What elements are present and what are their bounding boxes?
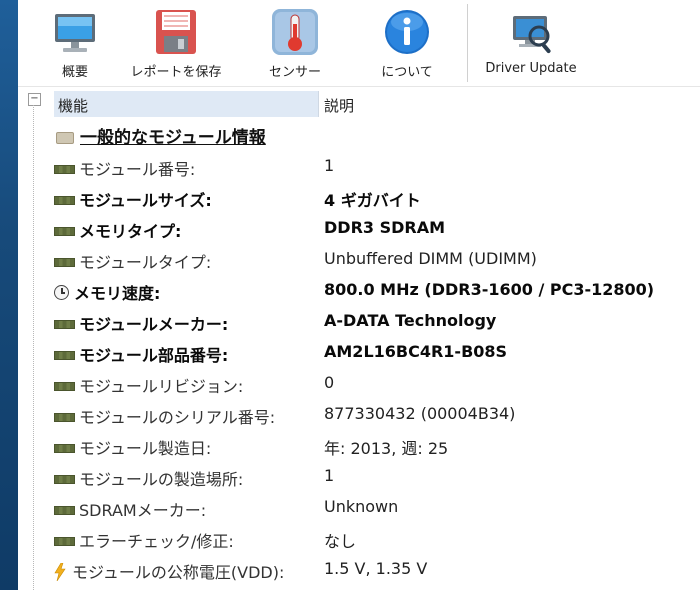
property-value: 800.0 MHz (DDR3-1600 / PC3-12800) xyxy=(324,280,655,299)
property-value: A-DATA Technology xyxy=(324,311,497,330)
property-value: Unknown xyxy=(324,497,399,516)
property-name: モジュールの公称電圧(VDD): xyxy=(72,563,285,582)
property-name: メモリタイプ: xyxy=(79,222,182,241)
ram-icon xyxy=(54,475,75,484)
list-item[interactable]: エラーチェック/修正: なし xyxy=(54,522,700,553)
property-name: モジュールサイズ: xyxy=(79,191,212,210)
column-header: 機能 説明 xyxy=(54,91,700,117)
save-report-button[interactable]: レポートを保存 xyxy=(126,0,226,86)
property-value: なし xyxy=(324,532,357,551)
list-item[interactable]: SDRAMメーカー: Unknown xyxy=(54,491,700,522)
list-item[interactable]: モジュールのシリアル番号: 877330432 (00004B34) xyxy=(54,398,700,429)
list-item[interactable]: モジュール部品番号: AM2L16BC4R1-B08S xyxy=(54,336,700,367)
list-item[interactable]: モジュール番号: 1 xyxy=(54,150,700,181)
property-name: モジュールリビジョン: xyxy=(79,377,244,396)
toolbar: 概要 レポートを保存 センサー について Driver Update xyxy=(18,0,700,87)
details-panel: − 機能 説明 一般的なモジュール情報 モジュール番号: 1 モジュールサイズ:… xyxy=(18,87,700,590)
list-item[interactable]: モジュールの公称電圧(VDD): 1.5 V, 1.35 V xyxy=(54,553,700,584)
header-highlight xyxy=(54,91,319,117)
floppy-icon xyxy=(156,10,196,54)
ram-icon xyxy=(54,413,75,422)
property-name: メモリ速度: xyxy=(74,284,161,303)
list-item[interactable]: モジュール製造日: 年: 2013, 週: 25 xyxy=(54,429,700,460)
property-value: 877330432 (00004B34) xyxy=(324,404,516,423)
list-item[interactable]: モジュールタイプ: Unbuffered DIMM (UDIMM) xyxy=(54,243,700,274)
ram-icon xyxy=(54,320,75,329)
ram-icon xyxy=(54,351,75,360)
property-name: モジュールメーカー: xyxy=(79,315,229,334)
driver-update-label: Driver Update xyxy=(485,61,577,76)
toolbar-separator xyxy=(467,4,468,82)
ram-icon xyxy=(54,382,75,391)
property-value: AM2L16BC4R1-B08S xyxy=(324,342,508,361)
desktop-edge xyxy=(0,0,18,590)
property-value: 0 xyxy=(324,373,335,392)
tree-guide-line xyxy=(33,105,34,590)
property-name: モジュール部品番号: xyxy=(79,346,229,365)
tree-collapse-toggle[interactable]: − xyxy=(28,93,41,106)
header-feature[interactable]: 機能 xyxy=(58,95,88,116)
ram-icon xyxy=(54,506,75,515)
save-report-label: レポートを保存 xyxy=(130,65,222,80)
list-item[interactable]: メモリ速度: 800.0 MHz (DDR3-1600 / PC3-12800) xyxy=(54,274,700,305)
list-item[interactable]: モジュールサイズ: 4 ギガバイト xyxy=(54,181,700,212)
list-item[interactable]: モジュールメーカー: A-DATA Technology xyxy=(54,305,700,336)
property-value: 4 ギガバイト xyxy=(324,191,421,210)
property-value: Unbuffered DIMM (UDIMM) xyxy=(324,249,537,268)
ram-icon xyxy=(54,537,75,546)
monitor-icon xyxy=(55,14,95,52)
sensors-button[interactable]: センサー xyxy=(252,0,338,86)
property-name: モジュールタイプ: xyxy=(79,253,212,272)
about-button[interactable]: について xyxy=(364,0,450,86)
property-name: モジュールの製造場所: xyxy=(79,470,244,489)
property-value: 1 xyxy=(324,466,335,485)
ram-icon xyxy=(54,196,75,205)
property-list: モジュール番号: 1 モジュールサイズ: 4 ギガバイト メモリタイプ: DDR… xyxy=(54,150,700,584)
clock-icon xyxy=(54,285,69,300)
thermometer-icon xyxy=(272,9,318,55)
property-value: DDR3 SDRAM xyxy=(324,218,446,237)
ram-icon xyxy=(54,258,75,267)
list-item[interactable]: モジュールリビジョン: 0 xyxy=(54,367,700,398)
header-description[interactable]: 説明 xyxy=(324,95,354,116)
ram-icon xyxy=(54,165,75,174)
driver-update-icon xyxy=(513,16,551,54)
property-name: モジュールのシリアル番号: xyxy=(79,408,276,427)
property-name: SDRAMメーカー: xyxy=(79,501,207,520)
sensors-label: センサー xyxy=(268,65,321,80)
property-value: 1.5 V, 1.35 V xyxy=(324,559,428,578)
section-title: 一般的なモジュール情報 xyxy=(56,123,266,149)
summary-label: 概要 xyxy=(61,65,88,80)
bolt-icon xyxy=(54,562,66,581)
ram-icon xyxy=(54,227,75,236)
property-value: 1 xyxy=(324,156,335,175)
property-name: モジュール番号: xyxy=(79,160,196,179)
about-label: について xyxy=(381,65,433,80)
property-name: モジュール製造日: xyxy=(79,439,212,458)
driver-update-button[interactable]: Driver Update xyxy=(476,0,586,86)
summary-button[interactable]: 概要 xyxy=(40,0,110,86)
list-item[interactable]: モジュールの製造場所: 1 xyxy=(54,460,700,491)
info-icon xyxy=(385,10,429,54)
property-value: 年: 2013, 週: 25 xyxy=(324,439,449,458)
module-section-icon xyxy=(56,132,74,144)
list-item[interactable]: メモリタイプ: DDR3 SDRAM xyxy=(54,212,700,243)
ram-icon xyxy=(54,444,75,453)
property-name: エラーチェック/修正: xyxy=(79,532,234,551)
